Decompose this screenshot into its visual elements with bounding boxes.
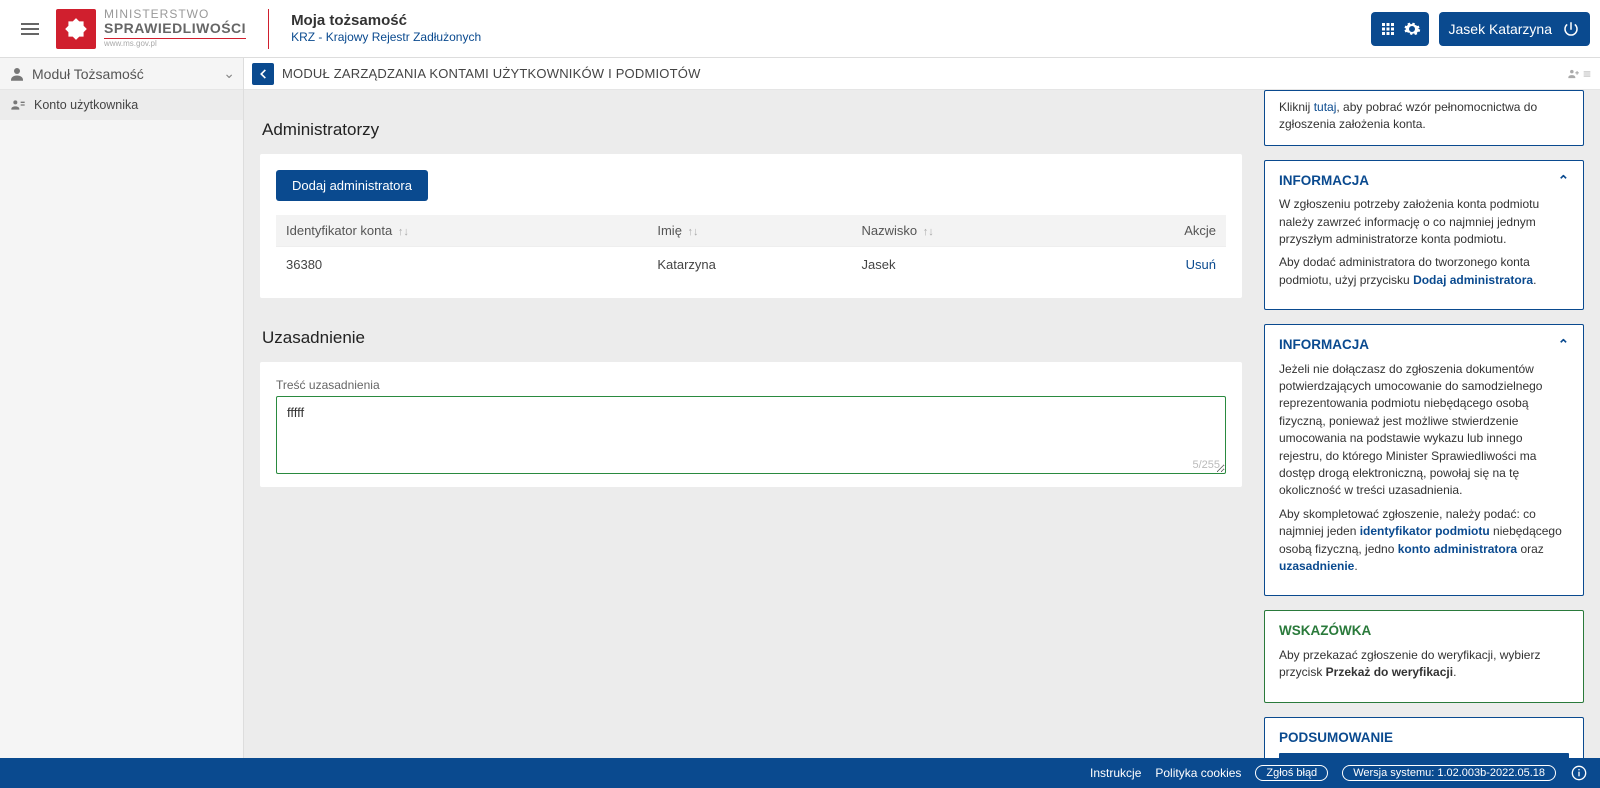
chevron-down-icon: ⌄	[223, 65, 235, 82]
tip-text-part: .	[1453, 665, 1456, 679]
sidebar-item-account[interactable]: Konto użytkownika	[0, 90, 243, 120]
sidebar-item-label: Konto użytkownika	[34, 98, 138, 112]
table-row: 36380 Katarzyna Jasek Usuń	[276, 247, 1226, 283]
justification-label: Treść uzasadnienia	[276, 378, 1226, 392]
summary-box: PODSUMOWANIE Przekaż do weryfikacji Zrez…	[1264, 717, 1584, 758]
info-title: INFORMACJA	[1279, 171, 1369, 191]
info-bold: uzasadnienie	[1279, 559, 1354, 573]
tip-title: WSKAZÓWKA	[1279, 621, 1371, 641]
logo-line-2: SPRAWIEDLIWOŚCI	[104, 21, 246, 36]
sidebar: Moduł Tożsamość ⌄ Konto użytkownika	[0, 58, 244, 758]
administrators-title: Administratorzy	[262, 120, 1242, 140]
tip-bold: Przekaż do weryfikacji	[1326, 665, 1453, 679]
module-bar: MODUŁ ZARZĄDZANIA KONTAMI UŻYTKOWNIKÓW I…	[244, 58, 1600, 90]
divider	[268, 9, 269, 49]
sort-icon: ↑↓	[398, 226, 409, 238]
logo-line-3: www.ms.gov.pl	[104, 38, 246, 49]
col-actions-label: Akcje	[1184, 223, 1216, 238]
app-header: MINISTERSTWO SPRAWIEDLIWOŚCI www.ms.gov.…	[0, 0, 1600, 58]
download-link[interactable]: tutaj	[1314, 100, 1337, 114]
administrators-card: Dodaj administratora Identyfikator konta…	[260, 154, 1242, 298]
info-icon	[1571, 765, 1587, 781]
col-last-label: Nazwisko	[862, 223, 918, 238]
info-box-2: INFORMACJA ⌃ Jeżeli nie dołączasz do zgł…	[1264, 324, 1584, 596]
justification-card: Treść uzasadnienia 5/255	[260, 362, 1242, 487]
footer-instructions-link[interactable]: Instrukcje	[1090, 766, 1141, 780]
col-id[interactable]: Identyfikator konta ↑↓	[276, 215, 647, 247]
col-id-label: Identyfikator konta	[286, 223, 392, 238]
app-subtitle: KRZ - Krajowy Rejestr Zadłużonych	[291, 30, 481, 46]
account-icon	[10, 97, 26, 113]
person-icon	[8, 65, 26, 83]
gear-icon	[1403, 20, 1421, 38]
add-administrator-button[interactable]: Dodaj administratora	[276, 170, 428, 201]
main-area: MODUŁ ZARZĄDZANIA KONTAMI UŻYTKOWNIKÓW I…	[244, 58, 1600, 758]
hamburger-menu-button[interactable]	[10, 9, 50, 49]
ministry-logo-text: MINISTERSTWO SPRAWIEDLIWOŚCI www.ms.gov.…	[104, 8, 246, 49]
tip-box: WSKAZÓWKA Aby przekazać zgłoszenie do we…	[1264, 610, 1584, 702]
user-menu-button[interactable]: Jasek Katarzyna	[1439, 12, 1591, 46]
arrow-left-icon	[256, 67, 270, 81]
emblem-icon	[56, 9, 96, 49]
collapse-button[interactable]: ⌃	[1558, 335, 1569, 355]
module-title: MODUŁ ZARZĄDZANIA KONTAMI UŻYTKOWNIKÓW I…	[282, 66, 701, 81]
info-text: Aby skompletować zgłoszenie, należy poda…	[1279, 506, 1569, 576]
app-footer: Instrukcje Polityka cookies Zgłoś błąd W…	[0, 758, 1600, 788]
cell-first: Katarzyna	[647, 247, 851, 283]
summary-title: PODSUMOWANIE	[1279, 728, 1393, 748]
info-bold: identyfikator podmiotu	[1360, 524, 1490, 538]
sort-icon: ↑↓	[688, 226, 699, 238]
administrators-table: Identyfikator konta ↑↓ Imię ↑↓ Nazwisko …	[276, 215, 1226, 282]
info-text: W zgłoszeniu potrzeby założenia konta po…	[1279, 196, 1569, 248]
footer-cookies-link[interactable]: Polityka cookies	[1155, 766, 1241, 780]
col-first-label: Imię	[657, 223, 682, 238]
back-button[interactable]	[252, 63, 274, 85]
app-title: Moja tożsamość	[291, 11, 481, 31]
header-tools-button[interactable]	[1371, 12, 1429, 46]
info-title: INFORMACJA	[1279, 335, 1369, 355]
sort-icon: ↑↓	[923, 226, 934, 238]
info-text-part: .	[1354, 559, 1357, 573]
app-title-area: Moja tożsamość KRZ - Krajowy Rejestr Zad…	[291, 11, 481, 46]
person-add-icon	[1566, 67, 1580, 81]
collapse-button[interactable]: ⌃	[1558, 171, 1569, 191]
system-version-pill[interactable]: Wersja systemu: 1.02.003b-2022.05.18	[1342, 765, 1556, 781]
cell-id: 36380	[276, 247, 647, 283]
justification-textarea[interactable]	[276, 396, 1226, 474]
power-icon	[1562, 20, 1580, 38]
sidebar-header[interactable]: Moduł Tożsamość ⌄	[0, 58, 243, 90]
info-bold: Dodaj administratora	[1413, 273, 1533, 287]
download-template-note: Kliknij tutaj, aby pobrać wzór pełnomocn…	[1264, 90, 1584, 146]
sidebar-header-label: Moduł Tożsamość	[32, 66, 144, 82]
col-first[interactable]: Imię ↑↓	[647, 215, 851, 247]
cell-last: Jasek	[852, 247, 1092, 283]
col-actions: Akcje	[1091, 215, 1226, 247]
ministry-logo: MINISTERSTWO SPRAWIEDLIWOŚCI www.ms.gov.…	[56, 8, 246, 49]
note-text: Kliknij	[1279, 100, 1314, 114]
info-text: Aby dodać administratora do tworzonego k…	[1279, 254, 1569, 289]
info-text: Jeżeli nie dołączasz do zgłoszenia dokum…	[1279, 361, 1569, 500]
user-name-label: Jasek Katarzyna	[1449, 21, 1553, 37]
info-box-1: INFORMACJA ⌃ W zgłoszeniu potrzeby założ…	[1264, 160, 1584, 311]
list-icon	[1582, 69, 1592, 79]
module-bar-right-icon[interactable]	[1566, 67, 1592, 81]
info-text-part: .	[1533, 273, 1536, 287]
info-button[interactable]	[1570, 764, 1588, 782]
delete-row-link[interactable]: Usuń	[1186, 257, 1216, 272]
info-bold: konto administratora	[1398, 542, 1517, 556]
tip-text: Aby przekazać zgłoszenie do weryfikacji,…	[1279, 647, 1569, 682]
menu-icon	[18, 17, 42, 41]
justification-title: Uzasadnienie	[262, 328, 1242, 348]
apps-grid-icon	[1379, 20, 1397, 38]
col-last[interactable]: Nazwisko ↑↓	[852, 215, 1092, 247]
info-text-part: oraz	[1517, 542, 1544, 556]
report-bug-button[interactable]: Zgłoś błąd	[1255, 765, 1328, 781]
